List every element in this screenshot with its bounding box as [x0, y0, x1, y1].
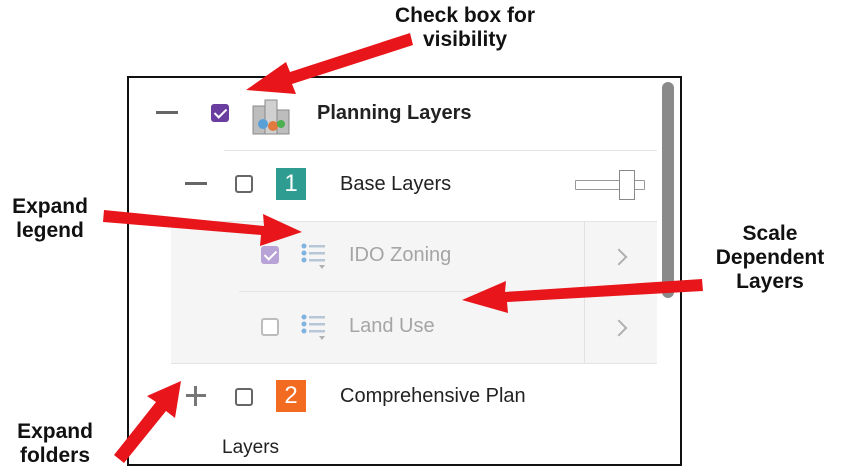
arrow-to-expand-folder [114, 381, 181, 463]
annotation-arrows [103, 33, 703, 463]
arrow-to-checkbox [246, 33, 413, 94]
arrow-to-scale-dependent [462, 279, 703, 313]
arrow-to-legend [103, 210, 302, 246]
